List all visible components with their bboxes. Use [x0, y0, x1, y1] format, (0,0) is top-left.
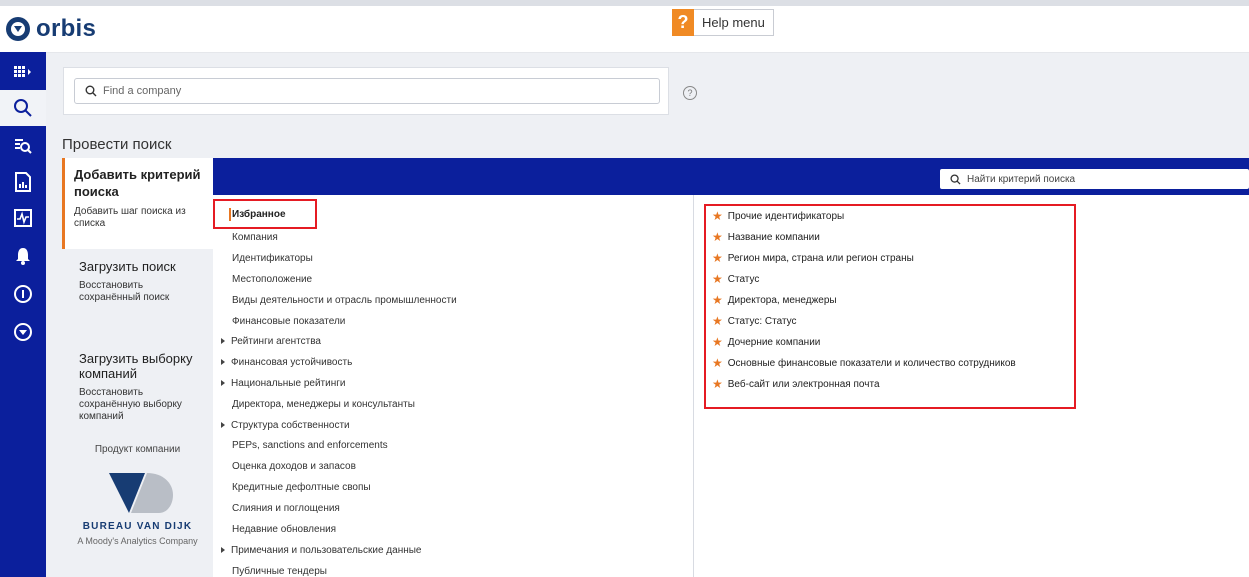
category-item[interactable]: Слияния и поглощения: [232, 503, 340, 514]
brand-name: orbis: [36, 15, 97, 42]
bell-icon: [16, 248, 30, 265]
category-item[interactable]: Виды деятельности и отрасль промышленнос…: [232, 295, 457, 306]
product-label: Продукт компании: [94, 444, 181, 455]
bvd-name: BUREAU VAN DIJK: [82, 521, 193, 532]
help-circle-icon[interactable]: ?: [683, 86, 697, 100]
category-label: Примечания и пользовательские данные: [231, 545, 422, 556]
add-criteria-card[interactable]: Добавить критерий поиска Добавить шаг по…: [62, 158, 213, 249]
add-criteria-subtitle: Добавить шаг поиска из списка: [74, 206, 186, 229]
load-search-title: Загрузить поиск: [79, 259, 176, 274]
expand-arrow-icon: [221, 338, 225, 345]
category-item-expandable[interactable]: Структура собственности: [221, 420, 350, 431]
search-icon: [950, 173, 961, 185]
expand-arrow-icon: [221, 380, 225, 387]
search-list-icon: [15, 139, 32, 154]
help-menu-label: Help menu: [694, 9, 774, 36]
page-title: Провести поиск: [62, 136, 172, 153]
category-item[interactable]: Директора, менеджеры и консультанты: [232, 399, 415, 410]
top-header: orbis ? Help menu: [0, 6, 1249, 53]
company-search-panel: Find a company: [63, 67, 669, 115]
category-item[interactable]: Недавние обновления: [232, 524, 336, 535]
load-selection-title: Загрузить выборку компаний: [79, 351, 193, 381]
add-criteria-title: Добавить критерий поиска: [74, 167, 201, 199]
nav-monitor[interactable]: [0, 200, 46, 236]
category-label: Рейтинги агентства: [231, 336, 321, 347]
info-circle-icon: [14, 285, 32, 303]
category-item[interactable]: Финансовые показатели: [232, 316, 345, 327]
load-search-card[interactable]: Загрузить поиск Восстановить сохранённый…: [62, 249, 213, 341]
category-item[interactable]: Кредитные дефолтные свопы: [232, 482, 371, 493]
left-nav-rail: [0, 52, 46, 577]
category-item[interactable]: PEPs, sanctions and enforcements: [232, 440, 388, 451]
expand-arrow-icon: [221, 547, 225, 554]
bvd-tagline: A Moody's Analytics Company: [77, 536, 198, 546]
expand-arrow-icon: [221, 422, 225, 429]
nav-alerts[interactable]: [0, 238, 46, 274]
category-item[interactable]: Оценка доходов и запасов: [232, 461, 356, 472]
category-item-expandable[interactable]: Рейтинги агентства: [221, 336, 321, 347]
nav-search-list[interactable]: [0, 128, 46, 164]
category-item[interactable]: Публичные тендеры: [232, 566, 327, 577]
orbis-logo[interactable]: orbis: [6, 15, 96, 43]
help-question-icon: ?: [672, 9, 694, 36]
criteria-search-input[interactable]: Найти критерий поиска: [940, 169, 1249, 189]
criteria-search-placeholder: Найти критерий поиска: [967, 173, 1076, 185]
category-item[interactable]: Идентификаторы: [232, 253, 313, 264]
nav-info[interactable]: [0, 276, 46, 312]
orbis-logo-icon: [6, 17, 30, 41]
search-icon: [85, 85, 97, 97]
load-selection-card[interactable]: Загрузить выборку компаний Восстановить …: [62, 341, 213, 429]
highlight-box-favorites-list: [704, 204, 1076, 409]
category-item-expandable[interactable]: Финансовая устойчивость: [221, 357, 352, 368]
find-company-input[interactable]: Find a company: [74, 78, 660, 104]
category-label: Национальные рейтинги: [231, 378, 346, 389]
category-label: Структура собственности: [231, 420, 350, 431]
nav-search[interactable]: [0, 90, 46, 126]
grid-apps-icon: [14, 66, 31, 77]
highlight-box-favorites: [213, 199, 317, 229]
load-selection-subtitle: Восстановить сохранённую выборку компани…: [79, 387, 182, 422]
bvd-logo-icon: [109, 473, 173, 513]
nav-orbis[interactable]: [0, 314, 46, 350]
help-menu-button[interactable]: ? Help menu: [672, 9, 774, 36]
criteria-header-bar: Найти критерий поиска: [213, 158, 1249, 195]
search-actions-panel: Добавить критерий поиска Добавить шаг по…: [62, 158, 213, 577]
nav-apps[interactable]: [0, 54, 46, 90]
monitor-icon: [14, 209, 32, 227]
category-item-expandable[interactable]: Примечания и пользовательские данные: [221, 545, 422, 556]
category-label: Финансовая устойчивость: [231, 357, 353, 368]
category-list: Избранное Компания Идентификаторы Местоп…: [213, 195, 694, 577]
search-icon: [14, 99, 32, 117]
orbis-circle-icon: [14, 323, 32, 341]
report-icon: [15, 172, 31, 192]
load-search-subtitle: Восстановить сохранённый поиск: [79, 280, 170, 303]
expand-arrow-icon: [221, 359, 225, 366]
category-item[interactable]: Местоположение: [232, 274, 312, 285]
find-company-placeholder: Find a company: [103, 85, 182, 97]
nav-reports[interactable]: [0, 164, 46, 200]
category-item[interactable]: Компания: [232, 232, 278, 243]
category-item-expandable[interactable]: Национальные рейтинги: [221, 378, 345, 389]
